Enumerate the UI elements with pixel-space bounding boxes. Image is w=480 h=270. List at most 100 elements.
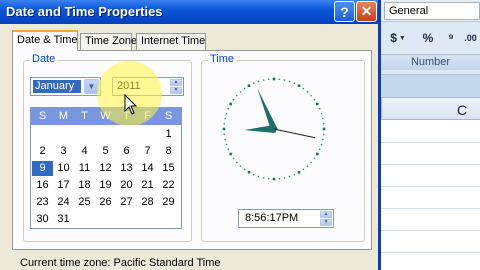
calendar-day[interactable]: 3	[53, 144, 74, 159]
minute-mark	[318, 107, 321, 110]
row-line	[381, 142, 480, 143]
calendar-day[interactable]: 20	[116, 178, 137, 193]
weekday-label: M	[58, 110, 69, 122]
comma-style-icon: ⁹	[448, 31, 454, 45]
minute-mark	[236, 161, 238, 164]
minute-mark	[310, 161, 312, 164]
minute-mark	[320, 112, 323, 115]
minute-mark	[257, 175, 260, 178]
calendar-day[interactable]: 16	[32, 178, 53, 193]
minute-mark	[313, 157, 316, 160]
month-select[interactable]: January ▼	[30, 77, 101, 96]
minute-mark	[239, 91, 242, 93]
percent-button[interactable]: %	[419, 28, 437, 48]
calendar-day[interactable]: 6	[116, 144, 137, 159]
minute-mark	[232, 157, 235, 160]
spin-down-icon[interactable]: ▼	[320, 219, 332, 226]
calendar-grid: SMTWTFS 12345678910111213141516171819202…	[30, 107, 182, 229]
minute-mark	[318, 148, 321, 151]
weekday-label: T	[81, 110, 88, 122]
calendar-day[interactable]: 12	[95, 161, 116, 176]
minute-mark	[306, 91, 309, 93]
number-format-select[interactable]: General	[384, 2, 480, 20]
calendar-day[interactable]: 10	[53, 161, 74, 176]
time-spin-buttons: ▲ ▼	[320, 211, 332, 226]
spin-down-icon[interactable]: ▼	[170, 87, 182, 94]
minute-mark	[283, 177, 286, 179]
spin-up-icon[interactable]: ▲	[170, 79, 182, 86]
minute-mark	[302, 87, 305, 90]
calendar-day[interactable]: 19	[95, 178, 116, 193]
dialog-title: Date and Time Properties	[6, 4, 163, 19]
tab-internet-time[interactable]: Internet Time	[136, 33, 206, 50]
calendar-day[interactable]: 28	[137, 195, 158, 210]
analog-clock	[222, 77, 326, 181]
column-header-c[interactable]: C	[381, 98, 480, 120]
hour-mark	[229, 152, 232, 156]
minute-mark	[243, 87, 246, 90]
row-line	[381, 252, 480, 253]
mouse-pointer-icon	[124, 94, 138, 115]
minute-mark	[278, 78, 280, 80]
calendar-day[interactable]: 4	[74, 144, 95, 159]
number-group-label: Number	[381, 54, 480, 70]
help-button[interactable]: ?	[334, 1, 355, 22]
calendar-day[interactable]: 25	[74, 195, 95, 210]
worksheet-grid[interactable]: C	[381, 98, 480, 270]
percent-icon: %	[422, 31, 434, 45]
calendar-day[interactable]: 22	[158, 178, 179, 193]
calendar-day[interactable]: 21	[137, 178, 158, 193]
calendar-day[interactable]: 15	[158, 161, 179, 176]
calendar-day[interactable]: 24	[53, 195, 74, 210]
comma-style-button[interactable]: ⁹	[443, 28, 459, 48]
calendar-day[interactable]: 26	[95, 195, 116, 210]
currency-button[interactable]: $ ▼	[387, 28, 409, 48]
calendar-day[interactable]: 11	[74, 161, 95, 176]
calendar-day[interactable]: 5	[95, 144, 116, 159]
row-line	[381, 186, 480, 187]
calendar-day[interactable]: 23	[32, 195, 53, 210]
calendar-day[interactable]: 29	[158, 195, 179, 210]
minute-mark	[224, 117, 226, 120]
calendar-day[interactable]: 13	[116, 161, 137, 176]
calendar-day[interactable]: 17	[53, 178, 74, 193]
minute-mark	[223, 133, 225, 135]
calendar-day[interactable]: 18	[74, 178, 95, 193]
calendar-day[interactable]: 2	[32, 144, 53, 159]
minute-hand	[257, 88, 277, 133]
minute-mark	[310, 94, 312, 97]
close-button[interactable]: ✕	[356, 1, 377, 22]
help-icon: ?	[340, 3, 349, 20]
calendar-day[interactable]: 30	[32, 212, 53, 227]
minute-mark	[283, 79, 286, 81]
hour-mark	[222, 127, 226, 131]
dropdown-arrow-icon: ▼	[398, 34, 406, 42]
calendar-day[interactable]: 31	[53, 212, 74, 227]
hour-mark	[272, 177, 276, 181]
hour-mark	[297, 171, 301, 174]
minute-mark	[288, 80, 291, 83]
year-spin-buttons: ▲ ▼	[170, 79, 182, 94]
minute-mark	[278, 178, 280, 180]
calendar-day[interactable]: 7	[137, 144, 158, 159]
minute-mark	[239, 165, 242, 167]
tab-date-time[interactable]: Date & Time	[12, 30, 78, 51]
close-icon: ✕	[360, 3, 373, 19]
hour-mark	[316, 102, 319, 106]
hour-mark	[247, 84, 251, 87]
tab-time-zone[interactable]: Time Zone	[80, 33, 137, 50]
excel-window: General $ ▼ % ⁹ .00 Number C	[373, 0, 480, 270]
calendar-day[interactable]: 1	[158, 127, 179, 142]
minute-mark	[236, 94, 238, 97]
calendar-day[interactable]: 14	[137, 161, 158, 176]
minute-mark	[313, 98, 316, 101]
hour-mark	[247, 171, 251, 174]
title-bar[interactable]: Date and Time Properties ? ✕	[0, 0, 378, 24]
increase-decimal-button[interactable]: .00	[461, 28, 480, 48]
minute-mark	[288, 175, 291, 178]
calendar-day-selected[interactable]: 9	[32, 161, 53, 176]
calendar-day[interactable]: 8	[158, 144, 179, 159]
calendar-day[interactable]: 27	[116, 195, 137, 210]
spin-up-icon[interactable]: ▲	[320, 211, 332, 218]
time-spinner[interactable]: 8:56:17PM ▲ ▼	[238, 209, 334, 228]
